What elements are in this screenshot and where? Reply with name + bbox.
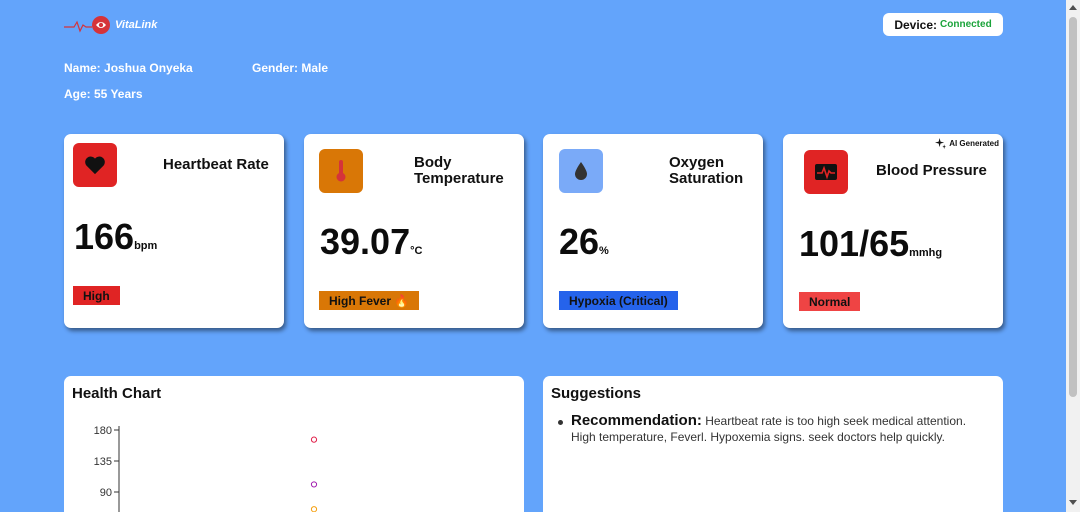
scroll-up-arrow-icon[interactable]	[1069, 5, 1077, 10]
oxygen-number: 26	[559, 221, 600, 262]
recommendation-item: Recommendation: Heartbeat rate is too hi…	[558, 412, 991, 445]
chart-y-tick-label: 180	[94, 425, 112, 437]
recommendation-label: Recommendation:	[571, 412, 702, 429]
blood-pressure-status-badge: Normal	[799, 292, 861, 311]
oxygen-title: Oxygen Saturation	[669, 155, 743, 187]
ai-generated-tag: AI Generated	[935, 138, 999, 149]
temperature-unit: °C	[410, 245, 423, 257]
thermometer-icon	[319, 149, 363, 193]
heart-icon	[73, 143, 117, 187]
device-status-pill[interactable]: Device: Connected	[883, 13, 1003, 36]
brand-logo[interactable]: VitaLink	[64, 14, 157, 36]
heartbeat-status-badge: High	[73, 286, 120, 305]
temperature-number: 39.07	[320, 221, 411, 262]
temperature-value: 39.07°C	[320, 224, 422, 269]
heartbeat-title: Heartbeat Rate	[163, 156, 269, 173]
chart-y-tick-label: 135	[94, 456, 112, 468]
device-label: Device:	[894, 17, 938, 32]
heartbeat-unit: bpm	[134, 240, 158, 252]
vitalink-logo-icon	[64, 16, 110, 34]
oxygen-unit: %	[599, 245, 609, 257]
blood-pressure-card[interactable]: AI Generated Blood Pressure 101/65mmhg N…	[783, 134, 1003, 328]
sparkle-icon	[935, 138, 947, 149]
ai-generated-label: AI Generated	[949, 139, 999, 148]
oxygen-value: 26%	[559, 224, 609, 269]
blood-pressure-title: Blood Pressure	[876, 162, 987, 179]
oxygen-title-line1: Oxygen	[669, 154, 725, 171]
oxygen-status-badge: Hypoxia (Critical)	[559, 291, 678, 310]
heartbeat-number: 166	[74, 216, 135, 257]
chart-point[interactable]	[310, 506, 318, 512]
temperature-card[interactable]: Body Temperature 39.07°C High Fever 🔥	[304, 134, 524, 328]
oxygen-card[interactable]: Oxygen Saturation 26% Hypoxia (Critical)	[543, 134, 763, 328]
chart-y-tick-label: 90	[100, 487, 112, 499]
page-scrollbar[interactable]	[1066, 0, 1080, 512]
temperature-status-badge: High Fever 🔥	[319, 291, 420, 310]
temperature-title: Body Temperature	[414, 155, 504, 187]
health-chart-panel: Health Chart 180 135 90	[64, 376, 524, 512]
heart-monitor-icon	[804, 150, 848, 194]
chart-point[interactable]	[310, 481, 318, 488]
health-chart: 180 135 90	[94, 425, 318, 512]
scroll-down-arrow-icon[interactable]	[1069, 500, 1077, 505]
temperature-title-line1: Body	[414, 154, 452, 171]
oxygen-title-line2: Saturation	[669, 170, 744, 187]
suggestions-title: Suggestions	[551, 385, 642, 402]
patient-age: Age: 55 Years	[64, 87, 143, 101]
heartbeat-card[interactable]: Heartbeat Rate 166bpm High	[64, 134, 284, 328]
patient-gender: Gender: Male	[252, 61, 329, 75]
scroll-thumb[interactable]	[1069, 17, 1077, 397]
temperature-title-line2: Temperature	[414, 170, 504, 187]
blood-pressure-value: 101/65mmhg	[799, 226, 942, 271]
brand-name: VitaLink	[115, 19, 158, 31]
patient-name: Name: Joshua Onyeka	[64, 61, 193, 75]
blood-pressure-unit: mmhg	[909, 247, 943, 259]
device-status-value: Connected	[940, 19, 992, 30]
suggestions-panel: Suggestions Recommendation: Heartbeat ra…	[543, 376, 1003, 512]
chart-point[interactable]	[310, 436, 318, 443]
water-drop-icon	[559, 149, 603, 193]
heartbeat-value: 166bpm	[74, 219, 157, 264]
blood-pressure-number: 101/65	[799, 223, 910, 264]
